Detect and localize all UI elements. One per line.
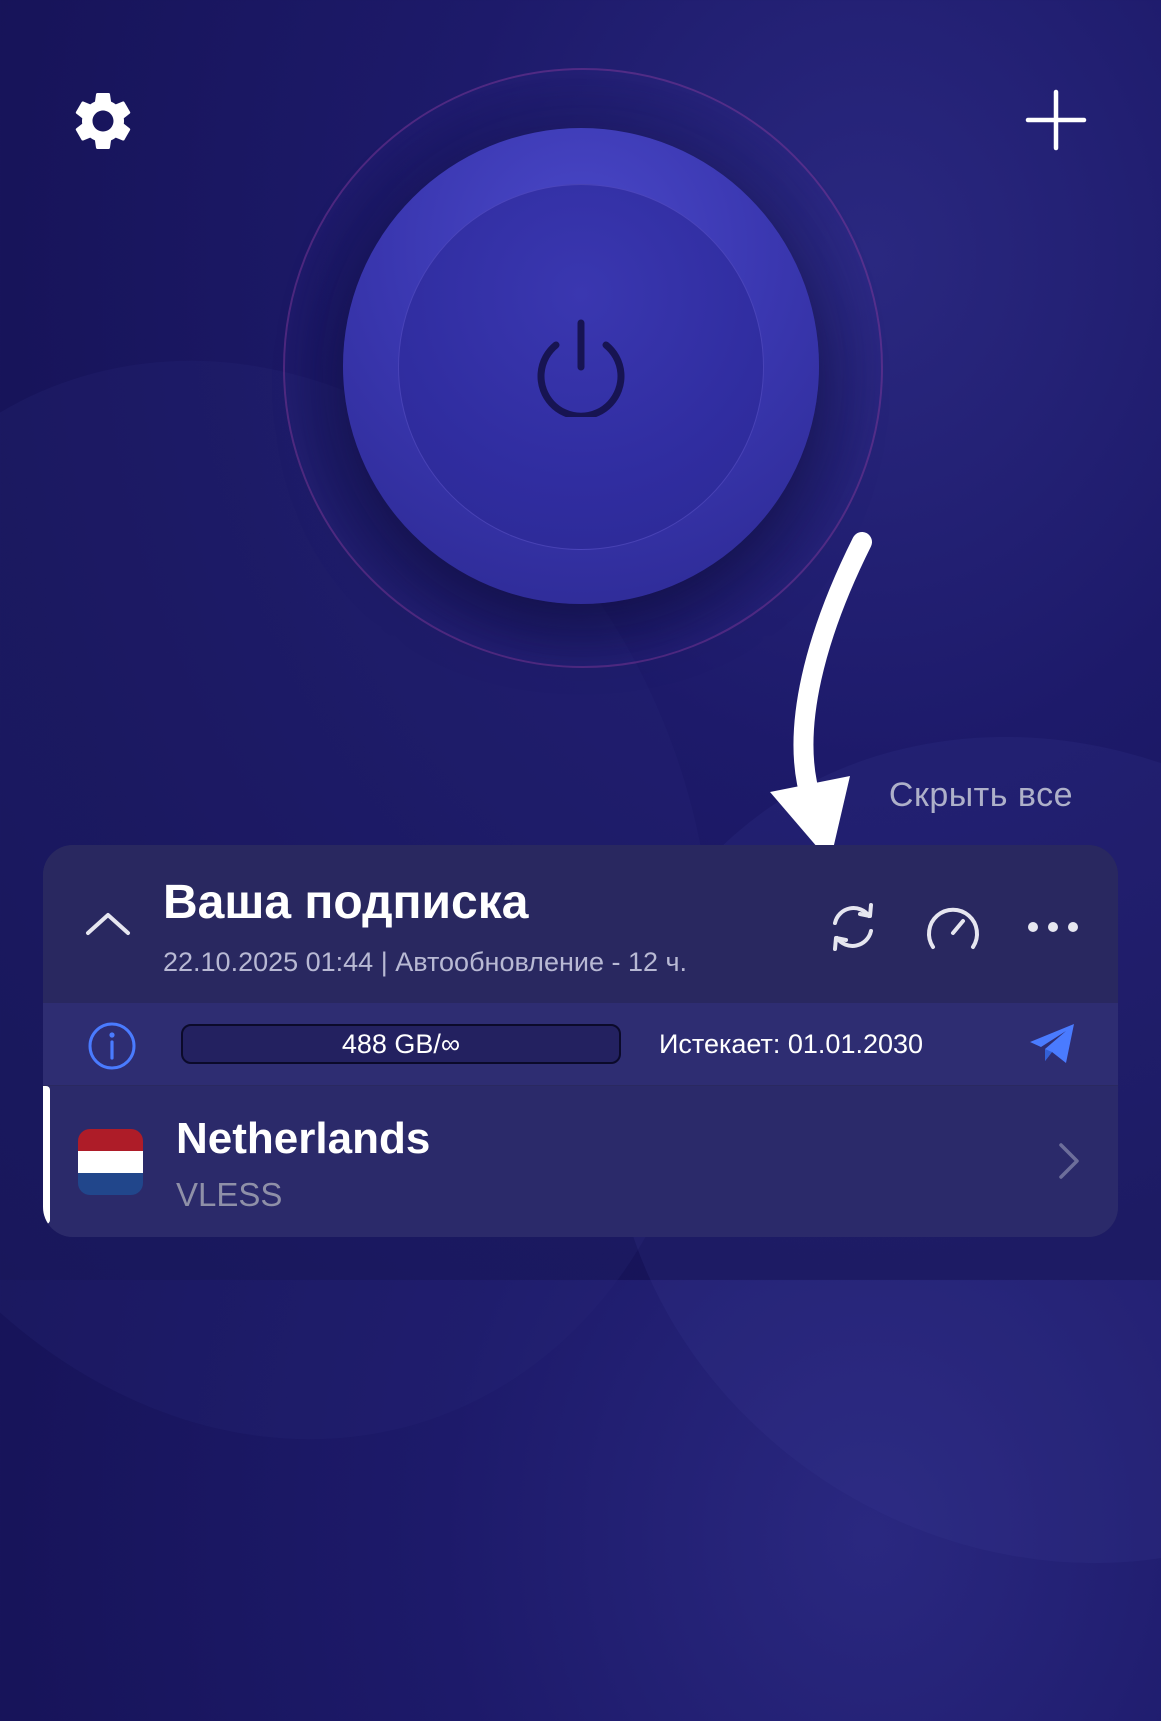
hide-all-link[interactable]: Скрыть все xyxy=(889,776,1073,815)
speed-test-button[interactable] xyxy=(923,897,983,957)
more-options-button[interactable] xyxy=(1023,897,1083,957)
power-button[interactable] xyxy=(398,184,764,550)
settings-button[interactable] xyxy=(66,86,140,156)
server-item-netherlands[interactable]: Netherlands VLESS xyxy=(43,1086,1118,1237)
expiry-date: Истекает: 01.01.2030 xyxy=(659,1029,924,1059)
subscription-info-row: 488 GB/∞ Истекает: 01.01.2030 xyxy=(43,1003,1118,1085)
subscription-meta: 22.10.2025 01:44 | Автообновление - 12 ч… xyxy=(163,947,688,977)
active-indicator xyxy=(43,1086,50,1224)
refresh-button[interactable] xyxy=(823,897,883,957)
refresh-icon xyxy=(833,903,873,951)
chevron-up-icon[interactable] xyxy=(83,907,133,937)
speedometer-icon xyxy=(927,907,979,949)
gear-icon xyxy=(75,92,131,149)
plus-icon xyxy=(1025,89,1087,151)
add-button[interactable] xyxy=(1022,86,1090,154)
more-icon xyxy=(1028,922,1078,932)
info-icon[interactable] xyxy=(87,1021,137,1071)
subscription-header[interactable]: Ваша подписка 22.10.2025 01:44 | Автообн… xyxy=(43,845,1118,1003)
subscription-title: Ваша подписка xyxy=(163,876,529,929)
telegram-icon[interactable] xyxy=(1027,1021,1077,1067)
subscription-card: Ваша подписка 22.10.2025 01:44 | Автообн… xyxy=(43,845,1118,1237)
traffic-usage-bar: 488 GB/∞ xyxy=(181,1024,621,1064)
arrow-annotation-icon xyxy=(770,532,872,862)
traffic-usage-label: 488 GB/∞ xyxy=(341,1028,461,1059)
server-protocol: VLESS xyxy=(176,1176,283,1213)
server-name: Netherlands xyxy=(176,1114,431,1163)
netherlands-flag-icon xyxy=(78,1129,143,1195)
chevron-right-icon xyxy=(1059,1143,1079,1179)
power-icon xyxy=(537,319,625,417)
